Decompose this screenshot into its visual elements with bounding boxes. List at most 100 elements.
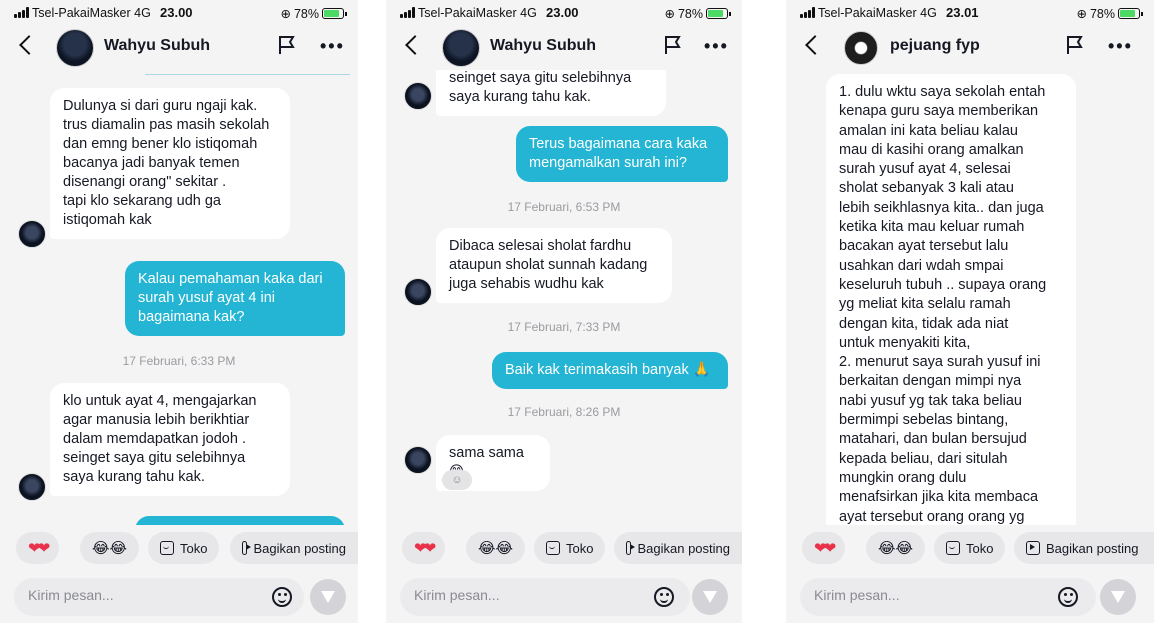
divider <box>145 74 350 75</box>
laugh-emoji-icon: 😂😂 <box>878 540 914 557</box>
timestamp: 17 Februari, 8:26 PM <box>507 405 621 419</box>
back-icon[interactable] <box>405 35 425 55</box>
heart-icon: ❤❤ <box>814 540 836 557</box>
toko-label: Toko <box>180 540 208 556</box>
chat-screen-3: Tsel-PakaiMasker 4G 23.01 ⊕ 78% pejuang f… <box>786 0 1154 623</box>
avatar <box>404 278 432 306</box>
toko-button[interactable]: Toko <box>934 532 1006 564</box>
back-icon[interactable] <box>805 35 825 55</box>
laugh-emoji-icon: 😂😂 <box>478 540 514 557</box>
battery-status: ⊕ 78% <box>664 6 731 21</box>
message-list: Dulunya si dari guru ngaji kak. trus dia… <box>0 70 358 525</box>
shop-icon <box>946 541 960 555</box>
share-icon <box>1026 541 1040 555</box>
reaction-button[interactable]: ☺ <box>442 470 472 490</box>
share-post-button[interactable]: Bagikan posting <box>230 532 358 564</box>
status-bar: Tsel-PakaiMasker 4G 23.00 ⊕ 78% <box>0 0 358 26</box>
message-composer <box>14 578 304 616</box>
message-input[interactable] <box>28 587 228 603</box>
share-label: Bagikan posting <box>253 540 346 556</box>
avatar <box>18 220 46 248</box>
timestamp: 17 Februari, 7:33 PM <box>507 320 621 334</box>
avatar[interactable] <box>844 31 878 65</box>
chat-screen-2: Tsel-PakaiMasker 4G 23.00 ⊕ 78% Wahyu Sub… <box>386 0 742 623</box>
message-incoming: Dulunya si dari guru ngaji kak. trus dia… <box>50 88 290 239</box>
shop-icon <box>546 541 560 555</box>
chat-header: Wahyu Subuh ••• <box>386 26 742 70</box>
clock: 23.00 <box>546 5 579 20</box>
heart-icon: ❤❤ <box>28 540 50 557</box>
laugh-reply-button[interactable]: 😂😂 <box>866 532 926 564</box>
battery-icon <box>1118 8 1143 19</box>
message-incoming: seinget saya gitu selebihnya saya kurang… <box>436 70 666 116</box>
send-icon[interactable] <box>692 579 728 615</box>
emoji-icon[interactable] <box>1058 587 1078 607</box>
toko-button[interactable]: Toko <box>148 532 220 564</box>
toko-button[interactable]: Toko <box>534 532 606 564</box>
avatar <box>18 473 46 501</box>
contact-name[interactable]: Wahyu Subuh <box>490 37 596 55</box>
heart-reply-button[interactable]: ❤❤ <box>402 532 446 564</box>
toko-label: Toko <box>966 540 994 556</box>
heart-reply-button[interactable]: ❤❤ <box>802 532 846 564</box>
chat-header: Wahyu Subuh ••• <box>0 26 358 70</box>
timestamp: 17 Februari, 6:33 PM <box>122 354 236 368</box>
message-outgoing: Baik kak terimakasih banyak 🙏 <box>492 352 728 389</box>
message-composer <box>800 578 1096 616</box>
signal-icon <box>400 7 416 18</box>
share-label: Bagikan posting <box>637 540 730 556</box>
avatar <box>404 82 432 110</box>
carrier-label: Tsel-PakaiMasker 4G <box>818 6 937 20</box>
emoji-icon[interactable] <box>654 587 674 607</box>
battery-status: ⊕ 78% <box>280 6 347 21</box>
carrier-label: Tsel-PakaiMasker 4G <box>418 6 537 20</box>
message-outgoing: Terus bagaimana cara kaka mengamalkan su… <box>516 126 728 182</box>
message-list: 1. dulu wktu saya sekolah entah kenapa g… <box>786 70 1154 525</box>
chat-screen-1: Tsel-PakaiMasker 4G 23.00 ⊕ 78% Wahyu Sub… <box>0 0 358 623</box>
share-label: Bagikan posting <box>1046 540 1139 556</box>
contact-name[interactable]: Wahyu Subuh <box>104 37 210 55</box>
avatar[interactable] <box>56 29 94 67</box>
laugh-reply-button[interactable]: 😂😂 <box>466 532 526 564</box>
share-icon <box>242 541 252 555</box>
signal-icon <box>800 7 816 18</box>
laugh-reply-button[interactable]: 😂😂 <box>80 532 140 564</box>
message-list: seinget saya gitu selebihnya saya kurang… <box>386 70 742 525</box>
battery-status: ⊕ 78% <box>1076 6 1143 21</box>
share-icon <box>626 541 636 555</box>
more-icon[interactable]: ••• <box>704 37 729 55</box>
flag-icon[interactable] <box>1066 35 1084 55</box>
heart-icon: ❤❤ <box>414 540 436 557</box>
chat-header: pejuang fyp ••• <box>786 26 1154 70</box>
status-bar: Tsel-PakaiMasker 4G 23.00 ⊕ 78% <box>386 0 742 26</box>
more-icon[interactable]: ••• <box>1108 37 1133 55</box>
message-input[interactable] <box>814 587 1014 603</box>
message-input[interactable] <box>414 587 614 603</box>
heart-reply-button[interactable]: ❤❤ <box>16 532 60 564</box>
send-icon[interactable] <box>1100 579 1136 615</box>
share-post-button[interactable]: Bagikan posting <box>614 532 742 564</box>
quick-replies: ❤❤ 😂😂 Toko Bagikan posting <box>786 532 1154 568</box>
message-composer <box>400 578 690 616</box>
carrier-label: Tsel-PakaiMasker 4G <box>32 6 151 20</box>
avatar[interactable] <box>442 29 480 67</box>
avatar <box>404 446 432 474</box>
timestamp: 17 Februari, 6:53 PM <box>507 200 621 214</box>
battery-icon <box>706 8 731 19</box>
send-icon[interactable] <box>310 579 346 615</box>
status-bar: Tsel-PakaiMasker 4G 23.01 ⊕ 78% <box>786 0 1154 26</box>
contact-name[interactable]: pejuang fyp <box>890 37 980 55</box>
signal-icon <box>14 7 30 18</box>
clock: 23.00 <box>160 5 193 20</box>
clock: 23.01 <box>946 5 979 20</box>
message-outgoing-partial <box>135 516 345 525</box>
share-post-button[interactable]: Bagikan posting <box>1014 532 1154 564</box>
flag-icon[interactable] <box>664 35 682 55</box>
back-icon[interactable] <box>19 35 39 55</box>
flag-icon[interactable] <box>278 35 296 55</box>
shop-icon <box>160 541 174 555</box>
more-icon[interactable]: ••• <box>320 37 345 55</box>
emoji-icon[interactable] <box>272 587 292 607</box>
toko-label: Toko <box>566 540 594 556</box>
message-outgoing: Kalau pemahaman kaka dari surah yusuf ay… <box>125 261 345 336</box>
